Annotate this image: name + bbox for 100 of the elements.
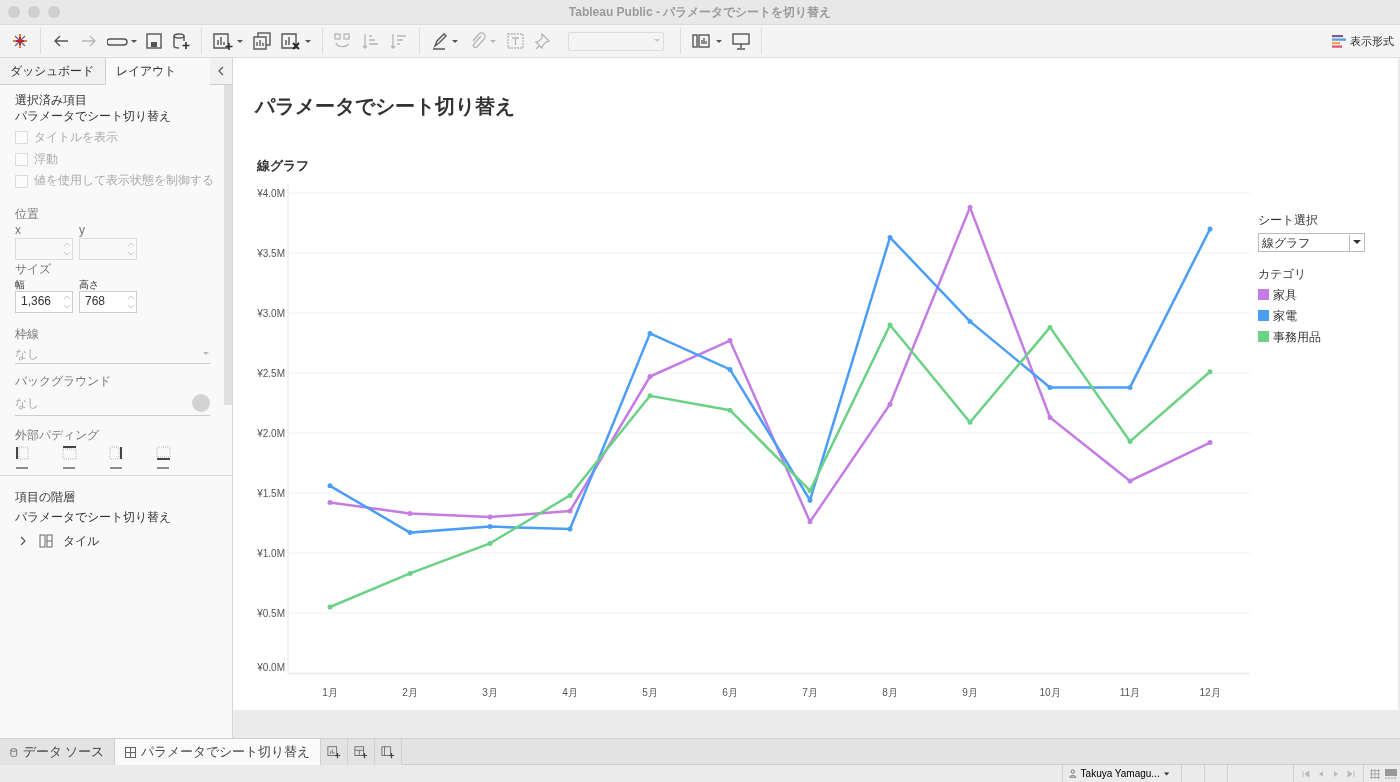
- new-worksheet-tab-button[interactable]: [321, 739, 348, 765]
- next-page-icon[interactable]: [1332, 769, 1340, 778]
- database-plus-icon[interactable]: [171, 31, 191, 51]
- chart-plus-icon[interactable]: [212, 31, 244, 51]
- data-point: [807, 518, 813, 524]
- data-point: [327, 499, 333, 505]
- padding-option-icon[interactable]: [62, 445, 77, 470]
- scrollbar[interactable]: [224, 85, 232, 405]
- data-point: [807, 487, 813, 493]
- user-menu[interactable]: Takuya Yamagu...: [1062, 765, 1182, 782]
- color-swatch[interactable]: [192, 394, 210, 413]
- parameter-dropdown[interactable]: 線グラフ: [1258, 233, 1365, 252]
- zoom-window-button[interactable]: [48, 6, 60, 18]
- number-field[interactable]: 1,366: [15, 290, 73, 313]
- field-label: サイズ: [15, 262, 52, 278]
- field-label: 位置: [15, 206, 40, 223]
- y-tick-label: ¥1.0M: [257, 547, 285, 559]
- padding-option-icon[interactable]: [15, 445, 30, 470]
- section-heading: 項目の階層: [15, 489, 76, 506]
- x-tick-label: 12月: [1199, 686, 1221, 698]
- minimize-window-button[interactable]: [28, 6, 40, 18]
- data-point: [647, 373, 653, 379]
- close-window-button[interactable]: [8, 6, 20, 18]
- field-label: x: [15, 222, 22, 239]
- selected-item-name: パラメータでシート切り替え: [15, 108, 172, 125]
- field-label: y: [79, 222, 86, 239]
- new-dashboard-icon: [354, 744, 368, 760]
- last-page-icon[interactable]: [1347, 769, 1355, 778]
- duplicate-chart-icon[interactable]: [252, 31, 272, 51]
- new-story-tab-button[interactable]: [375, 739, 402, 765]
- data-point: [1127, 478, 1133, 483]
- x-tick-label: 11月: [1119, 686, 1141, 698]
- data-point: [647, 392, 653, 398]
- number-field[interactable]: 768: [79, 290, 137, 313]
- data-point: [567, 492, 573, 498]
- sort-descending-icon[interactable]: [389, 31, 409, 51]
- user-icon: [1069, 768, 1077, 779]
- legend-label: 家電: [1273, 309, 1297, 323]
- data-point: [567, 508, 573, 513]
- y-tick-label: ¥1.5M: [257, 487, 285, 499]
- chevron-right-icon[interactable]: [19, 536, 27, 546]
- text-box-icon[interactable]: [506, 31, 526, 51]
- show-me-button[interactable]: 表示形式: [1331, 32, 1394, 50]
- data-point: [487, 514, 493, 519]
- caret-icon: [1163, 771, 1169, 776]
- chart-layout-icon[interactable]: [691, 31, 723, 51]
- data-point: [887, 234, 893, 240]
- dropdown-value: 線グラフ: [1262, 234, 1310, 252]
- logo-icon[interactable]: [10, 31, 30, 51]
- hierarchy-root: パラメータでシート切り替え: [15, 509, 172, 526]
- toolbar-dropdown[interactable]: [568, 31, 664, 51]
- collapse-button[interactable]: [210, 58, 232, 85]
- y-tick-label: ¥3.5M: [257, 247, 285, 259]
- data-point: [967, 204, 973, 210]
- y-tick-label: ¥0.5M: [257, 607, 285, 619]
- data-point: [1127, 438, 1133, 444]
- x-tick-label: 9月: [962, 686, 978, 698]
- dashboard-title: パラメータでシート切り替え: [255, 94, 516, 118]
- previous-page-icon[interactable]: [1317, 769, 1325, 778]
- checkbox-label: 浮動: [34, 151, 58, 168]
- data-point: [1047, 384, 1053, 390]
- tile-layout-icon: [39, 534, 53, 548]
- save-icon[interactable]: [145, 31, 163, 51]
- data-point: [647, 330, 653, 336]
- data-point: [727, 337, 733, 343]
- bar-chart-icon: [1331, 33, 1347, 49]
- field-label: バックグラウンド: [15, 374, 112, 390]
- sheet-title: 線グラフ: [257, 157, 310, 175]
- new-dashboard-tab-button[interactable]: [348, 739, 375, 765]
- presentation-icon[interactable]: [731, 31, 751, 51]
- padding-option-icon[interactable]: [109, 445, 124, 470]
- data-point: [727, 407, 733, 413]
- caret-icon: [1353, 240, 1361, 245]
- sort-ascending-icon[interactable]: [361, 31, 381, 51]
- data-point: [327, 604, 333, 609]
- chart-clear-icon[interactable]: [280, 31, 312, 51]
- sheet-tab[interactable]: パラメータでシート切り替え: [115, 739, 321, 765]
- x-tick-label: 6月: [722, 686, 738, 698]
- y-tick-label: ¥4.0M: [257, 187, 285, 199]
- field-value: 1,366: [21, 293, 53, 310]
- x-tick-label: 1月: [322, 686, 338, 698]
- x-tick-label: 10月: [1039, 686, 1061, 698]
- tree-item[interactable]: タイル: [63, 532, 99, 550]
- dropdown-value: なし: [15, 346, 39, 363]
- field-label: 外部パディング: [15, 427, 100, 444]
- field-value: 768: [85, 293, 107, 310]
- y-tick-label: ¥2.5M: [257, 367, 285, 379]
- x-tick-label: 8月: [882, 686, 898, 698]
- film-strip-icon[interactable]: [1385, 768, 1397, 779]
- chevron-left-icon: [217, 66, 225, 76]
- first-page-icon[interactable]: [1302, 769, 1310, 778]
- data-point: [1207, 439, 1213, 445]
- padding-option-icon[interactable]: [156, 445, 171, 470]
- grid-view-icon[interactable]: [1370, 768, 1380, 779]
- sheet-tab[interactable]: データ ソース: [0, 739, 115, 765]
- field-label: 高さ: [79, 277, 100, 291]
- panel-tab[interactable]: ダッシュボード: [0, 58, 105, 85]
- legend-title: カテゴリ: [1258, 266, 1307, 283]
- pen-icon[interactable]: [430, 31, 460, 51]
- data-point: [407, 529, 413, 535]
